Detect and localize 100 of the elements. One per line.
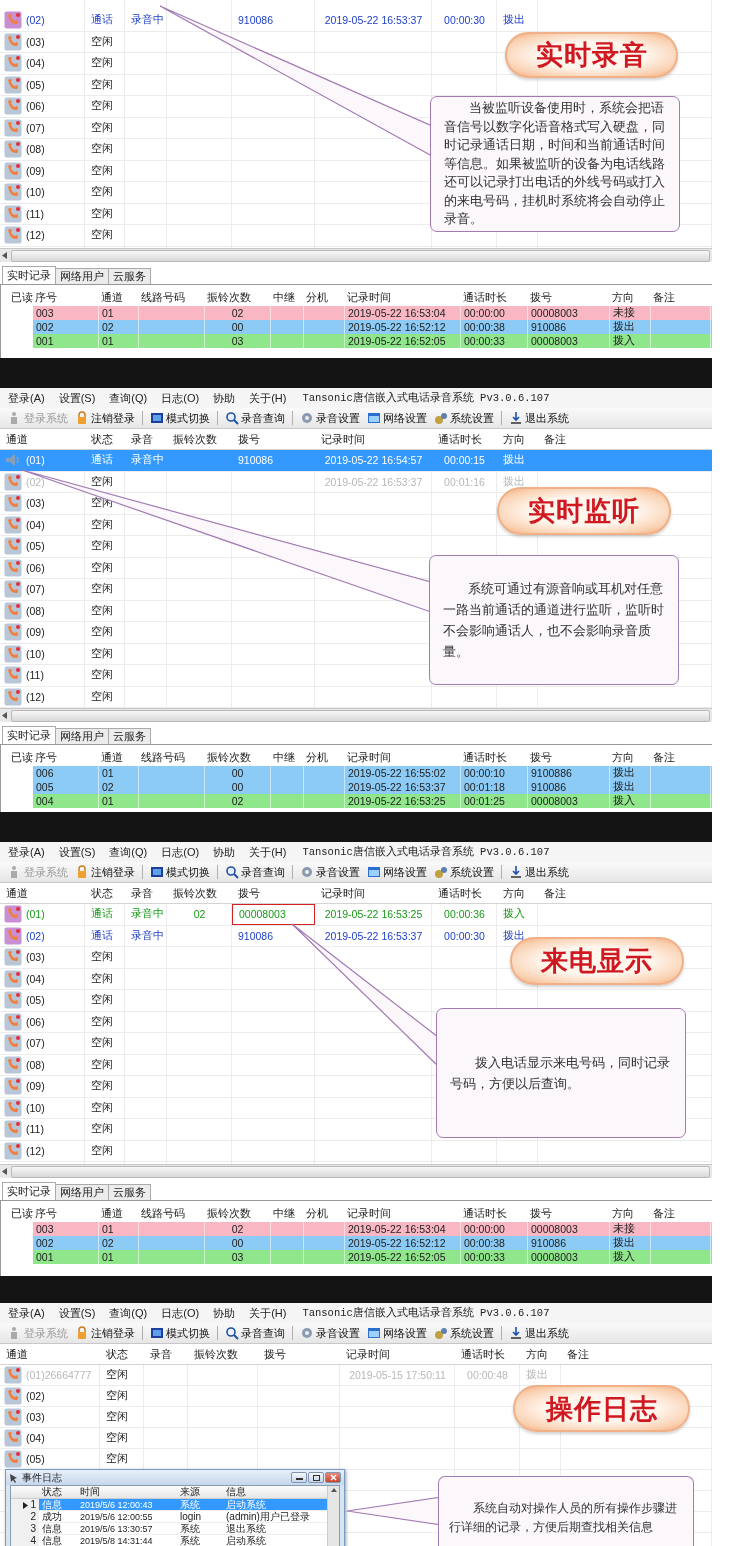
- toolbar-button[interactable]: 退出系统: [507, 863, 571, 881]
- column-header: 拨号: [263, 1346, 287, 1362]
- dial-cell-text: 00008003: [238, 908, 286, 921]
- toolbar-button[interactable]: 模式切换: [148, 863, 212, 881]
- menu-item[interactable]: 登录(A): [8, 844, 45, 860]
- menu-item[interactable]: 设置(S): [58, 390, 96, 406]
- minimize-button[interactable]: [291, 1472, 307, 1483]
- tab[interactable]: 网络用户: [55, 1184, 109, 1200]
- toolbar-button[interactable]: 模式切换: [148, 409, 212, 427]
- time-cell: 2019-05-22 16:53:25: [345, 794, 461, 808]
- feature-title: 实时监听: [497, 487, 671, 535]
- menu-item[interactable]: 日志(O): [161, 844, 200, 860]
- menu-item[interactable]: 日志(O): [161, 390, 200, 406]
- tab[interactable]: 云服务: [108, 1184, 151, 1200]
- status-cell-text: 通话: [90, 13, 114, 28]
- time-cell: 2019-05-22 16:53:04: [345, 1222, 461, 1236]
- toolbar-button[interactable]: 退出系统: [507, 1324, 571, 1342]
- menu-item[interactable]: 关于(H): [249, 390, 287, 406]
- toolbar-button[interactable]: 注销登录: [73, 409, 137, 427]
- column-header: 振铃次数: [206, 291, 252, 305]
- column-header: 录音: [130, 885, 154, 901]
- menu-item[interactable]: 日志(O): [161, 1305, 200, 1321]
- table-row[interactable]: (01) 通话 录音中 02 00008003 2019-05-22 16:53:25 00:00:36 拨入: [0, 904, 712, 926]
- column-header: 已读: [10, 751, 33, 765]
- toolbar-button[interactable]: 录音查询: [223, 1324, 287, 1342]
- dial-cell: 910086: [528, 1236, 610, 1250]
- menu-item[interactable]: 查询(Q): [109, 1305, 148, 1321]
- toolbar-button[interactable]: 录音设置: [298, 1324, 362, 1342]
- table-row[interactable]: 1 信息 2019/5/6 12:00:43 系统 启动系统: [11, 1499, 327, 1511]
- tab[interactable]: 网络用户: [55, 268, 109, 284]
- column-header: 通道: [5, 885, 29, 901]
- toolbar-button[interactable]: 系统设置: [432, 409, 496, 427]
- tab[interactable]: 实时记录: [2, 1182, 56, 1200]
- left-arrow-icon: [2, 712, 7, 719]
- close-button[interactable]: [325, 1472, 341, 1483]
- table-row[interactable]: 2 成功 2019/5/6 12:00:55 login (admin)用户已登录: [11, 1511, 327, 1523]
- time-cell: 2019-05-22 16:52:12: [345, 1236, 461, 1250]
- menu-item[interactable]: 登录(A): [8, 390, 45, 406]
- menu-item[interactable]: 查询(Q): [109, 390, 148, 406]
- channel-label: (10): [26, 186, 45, 199]
- toolbar-button[interactable]: 网络设置: [365, 409, 429, 427]
- column-header: 已读: [10, 291, 33, 305]
- menu-item[interactable]: 设置(S): [58, 1305, 96, 1321]
- up-arrow-icon: [330, 1488, 337, 1492]
- status-cell-text: 通话: [90, 907, 114, 922]
- column-header: 方向: [502, 885, 526, 901]
- column-header: 序号: [34, 1207, 58, 1221]
- menu-item[interactable]: 设置(S): [58, 844, 96, 860]
- status-cell-text: 空闲: [90, 1036, 114, 1051]
- status-cell-text: 空闲: [90, 56, 114, 71]
- tab[interactable]: 网络用户: [55, 728, 109, 744]
- channel-label: (10): [26, 1101, 45, 1114]
- duration-cell: 00:00:10: [461, 766, 528, 780]
- toolbar-button[interactable]: 注销登录: [73, 863, 137, 881]
- channel-cell: 01: [99, 306, 139, 320]
- table-row[interactable]: 4 信息 2019/5/8 14:31:44 系统 启动系统: [11, 1535, 327, 1546]
- dial-cell: 910086: [528, 320, 610, 334]
- menu-item[interactable]: 关于(H): [249, 1305, 287, 1321]
- column-header: 通道: [5, 431, 29, 447]
- time-cell-text: 2019/5/6 12:00:55: [79, 1511, 154, 1523]
- toolbar-button[interactable]: 注销登录: [73, 1324, 137, 1342]
- toolbar-button[interactable]: 系统设置: [432, 863, 496, 881]
- toolbar-button[interactable]: 录音查询: [223, 409, 287, 427]
- direction-cell: 拨入: [610, 1250, 651, 1264]
- vertical-scrollbar[interactable]: [327, 1486, 339, 1546]
- toolbar-button[interactable]: 录音设置: [298, 863, 362, 881]
- column-header: 记录时间: [345, 1346, 391, 1362]
- status-cell-text: 空闲: [90, 142, 114, 157]
- toolbar-button[interactable]: 网络设置: [365, 863, 429, 881]
- column-header: 通话时长: [437, 885, 483, 901]
- source-cell-text: 系统: [179, 1499, 201, 1511]
- column-header: 记录时间: [320, 885, 366, 901]
- channel-label: (12): [26, 690, 45, 703]
- exit-icon: [509, 411, 523, 425]
- toolbar-button[interactable]: 录音设置: [298, 409, 362, 427]
- menu-item[interactable]: 协助: [213, 844, 236, 860]
- tab[interactable]: 云服务: [108, 728, 151, 744]
- toolbar-button[interactable]: 退出系统: [507, 409, 571, 427]
- pointer-icon: [9, 1472, 19, 1483]
- menu-item[interactable]: 协助: [213, 1305, 236, 1321]
- channel-label: (05): [26, 1453, 45, 1465]
- menu-item[interactable]: 关于(H): [249, 844, 287, 860]
- tab[interactable]: 实时记录: [2, 266, 56, 284]
- toolbar-button[interactable]: 模式切换: [148, 1324, 212, 1342]
- maximize-button[interactable]: [308, 1472, 324, 1483]
- status-cell-text: 空闲: [90, 971, 114, 986]
- toolbar-button[interactable]: 系统设置: [432, 1324, 496, 1342]
- menu-item[interactable]: 查询(Q): [109, 844, 148, 860]
- menu-item[interactable]: 登录(A): [8, 1305, 45, 1321]
- time-cell-text: 2019-05-15 17:50:11: [348, 1369, 447, 1381]
- channel-label: (06): [26, 100, 45, 113]
- column-header: 中继: [272, 751, 296, 765]
- toolbar-button[interactable]: 录音查询: [223, 863, 287, 881]
- tab[interactable]: 实时记录: [2, 726, 56, 744]
- table-row[interactable]: 3 信息 2019/5/6 13:30:57 系统 退出系统: [11, 1523, 327, 1535]
- window-icon: [367, 865, 381, 879]
- toolbar-button[interactable]: 网络设置: [365, 1324, 429, 1342]
- menu-item[interactable]: 协助: [213, 390, 236, 406]
- tab[interactable]: 云服务: [108, 268, 151, 284]
- table-row[interactable]: (12) 空闲: [0, 1140, 712, 1162]
